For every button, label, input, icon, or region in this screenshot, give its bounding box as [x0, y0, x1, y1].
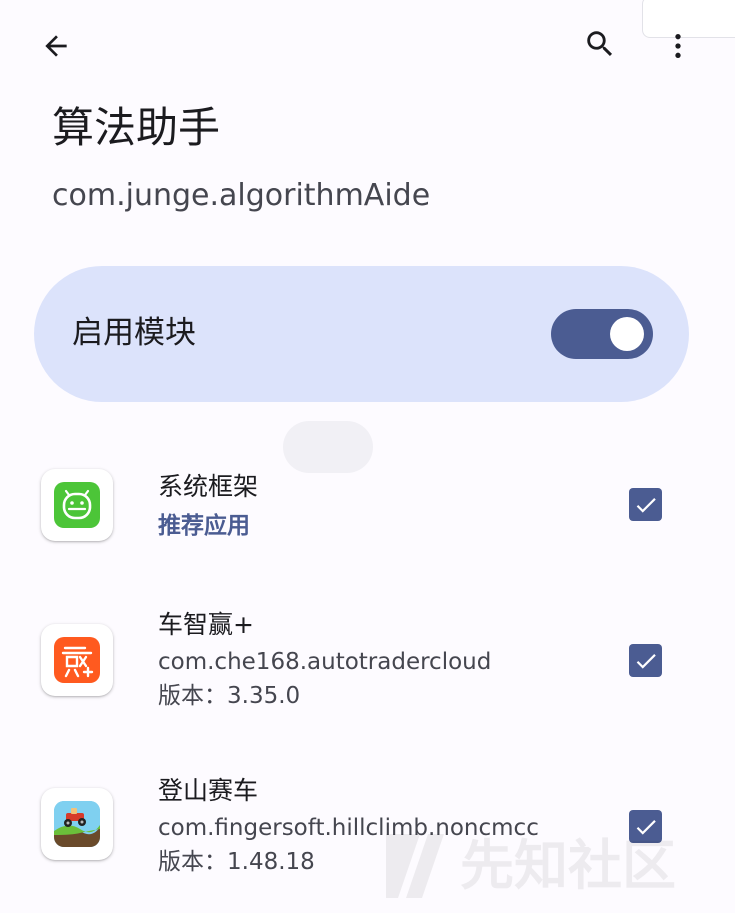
app-icon-frame	[41, 469, 113, 541]
search-icon	[587, 31, 613, 57]
app-list-item-system-framework[interactable]: 系统框架 推荐应用	[0, 450, 735, 580]
app-list-item-chezhiying[interactable]: 车智赢+ com.che168.autotradercloud 版本：3.35.…	[0, 596, 735, 726]
enable-module-switch[interactable]	[551, 309, 653, 359]
check-icon	[636, 497, 656, 513]
watermark: 先知社区	[380, 826, 720, 906]
hill-climb-app-icon	[54, 801, 100, 847]
arrow-back-icon	[45, 35, 67, 57]
recommended-app-label: 推荐应用	[158, 513, 250, 539]
app-version: 版本：3.35.0	[158, 683, 301, 709]
app-checkbox[interactable]	[629, 644, 662, 677]
android-icon	[54, 482, 100, 528]
more-options-button[interactable]	[654, 22, 702, 70]
package-name: com.junge.algorithmAide	[52, 178, 431, 213]
enable-module-label: 启用模块	[72, 315, 196, 351]
back-button[interactable]	[32, 22, 80, 70]
more-vert-icon	[675, 34, 681, 58]
app-name: 登山赛车	[158, 776, 259, 805]
app-checkbox[interactable]	[629, 488, 662, 521]
page-title: 算法助手	[52, 103, 221, 152]
app-icon-frame	[41, 624, 113, 696]
app-version: 版本：1.48.18	[158, 849, 315, 875]
app-name: 系统框架	[158, 472, 259, 501]
watermark-logo-icon	[386, 834, 444, 898]
app-icon-frame	[41, 788, 113, 860]
switch-thumb	[610, 317, 644, 351]
watermark-text: 先知社区	[460, 834, 676, 897]
enable-module-card[interactable]: 启用模块	[34, 266, 689, 402]
chezhiying-app-icon	[54, 637, 100, 683]
app-name: 车智赢+	[158, 610, 254, 639]
search-button[interactable]	[576, 20, 624, 68]
check-icon	[636, 653, 656, 669]
app-package: com.che168.autotradercloud	[158, 649, 492, 675]
